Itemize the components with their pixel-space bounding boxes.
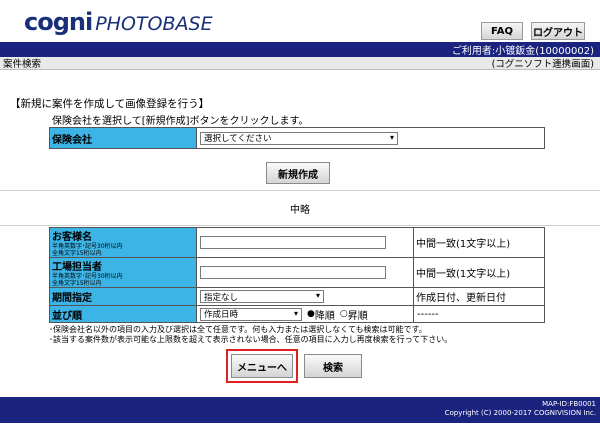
customer-label: お客様名 半角英数字･記号30桁以内 全角文字15桁以内 bbox=[49, 227, 197, 258]
factory-cell bbox=[196, 257, 414, 288]
radio-asc-icon[interactable]: ○ bbox=[340, 309, 348, 319]
sort-label: 並び順 bbox=[49, 305, 197, 323]
sort-note: ------ bbox=[413, 305, 545, 323]
period-cell: 指定なし ▾ bbox=[196, 287, 414, 306]
chevron-down-icon: ▾ bbox=[293, 308, 298, 318]
insurer-cell: 選択してください ▾ bbox=[196, 127, 545, 149]
factory-label: 工場担当者 半角英数字･記号30桁以内 全角文字15桁以内 bbox=[49, 257, 197, 288]
search-button[interactable]: 検索 bbox=[304, 354, 362, 378]
footer: MAP-ID:FB0001 Copyright (C) 2000-2017 CO… bbox=[0, 397, 600, 423]
chevron-down-icon: ▾ bbox=[315, 291, 320, 300]
user-bar: ご利用者:小镀鈑金(10000002) bbox=[0, 42, 600, 57]
create-new-button[interactable]: 新規作成 bbox=[266, 162, 330, 184]
insurer-label: 保険会社 bbox=[49, 127, 197, 149]
faq-button[interactable]: FAQ bbox=[481, 22, 523, 40]
logo-cogni: cogni bbox=[24, 8, 93, 36]
desc-label: 降順 bbox=[314, 310, 335, 322]
logo-photobase: PHOTOBASE bbox=[95, 13, 213, 35]
logout-button[interactable]: ログアウト bbox=[531, 22, 585, 40]
factory-match: 中間一致(1文字以上) bbox=[413, 257, 545, 288]
insurer-select[interactable]: 選択してください ▾ bbox=[200, 131, 398, 145]
copyright: Copyright (C) 2000-2017 COGNIVISION Inc. bbox=[444, 409, 596, 417]
insurer-table: 保険会社 選択してください ▾ bbox=[49, 127, 545, 149]
map-id: MAP-ID:FB0001 bbox=[542, 400, 596, 408]
page-title-bar: 案件検索 (コグニソフト連携画面) bbox=[0, 57, 600, 70]
sort-cell: 作成日時 ▾ ● 降順 ○ 昇順 bbox=[196, 305, 414, 323]
period-label: 期間指定 bbox=[49, 287, 197, 306]
menu-button[interactable]: メニューへ bbox=[231, 354, 293, 378]
sort-select[interactable]: 作成日時 ▾ bbox=[200, 307, 302, 321]
current-user: ご利用者:小镀鈑金(10000002) bbox=[451, 46, 594, 57]
note-line-2: ･該当する案件数が表示可能な上限数を超えて表示されない場合、任意の項目に入力し再… bbox=[49, 335, 453, 344]
search-notes: ･保険会社名以外の項目の入力及び選択は全て任意です。何も入力または選択しなくても… bbox=[49, 325, 452, 345]
radio-desc-icon[interactable]: ● bbox=[307, 309, 315, 319]
customer-cell bbox=[196, 227, 414, 258]
new-case-instruction: 保険会社を選択して[新規作成]ボタンをクリックします。 bbox=[52, 116, 309, 127]
search-table: お客様名 半角英数字･記号30桁以内 全角文字15桁以内 中間一致(1文字以上)… bbox=[49, 227, 545, 323]
new-case-heading: 【新規に案件を作成して画像登録を行う】 bbox=[10, 98, 210, 110]
omitted-text: 中略 bbox=[290, 204, 310, 216]
chevron-down-icon: ▾ bbox=[389, 132, 394, 142]
note-line-1: ･保険会社名以外の項目の入力及び選択は全て任意です。何も入力または選択しなくても… bbox=[49, 325, 427, 334]
customer-name-input[interactable] bbox=[200, 236, 386, 249]
page-title: 案件検索 bbox=[3, 59, 42, 70]
app-logo: cogni PHOTOBASE bbox=[24, 8, 213, 36]
asc-label: 昇順 bbox=[347, 310, 368, 322]
period-select[interactable]: 指定なし ▾ bbox=[200, 290, 324, 303]
customer-match: 中間一致(1文字以上) bbox=[413, 227, 545, 258]
page-subtitle: (コグニソフト連携画面) bbox=[491, 59, 594, 70]
omitted-section: 中略 bbox=[0, 190, 600, 226]
factory-staff-input[interactable] bbox=[200, 266, 386, 279]
period-note: 作成日付、更新日付 bbox=[413, 287, 545, 306]
